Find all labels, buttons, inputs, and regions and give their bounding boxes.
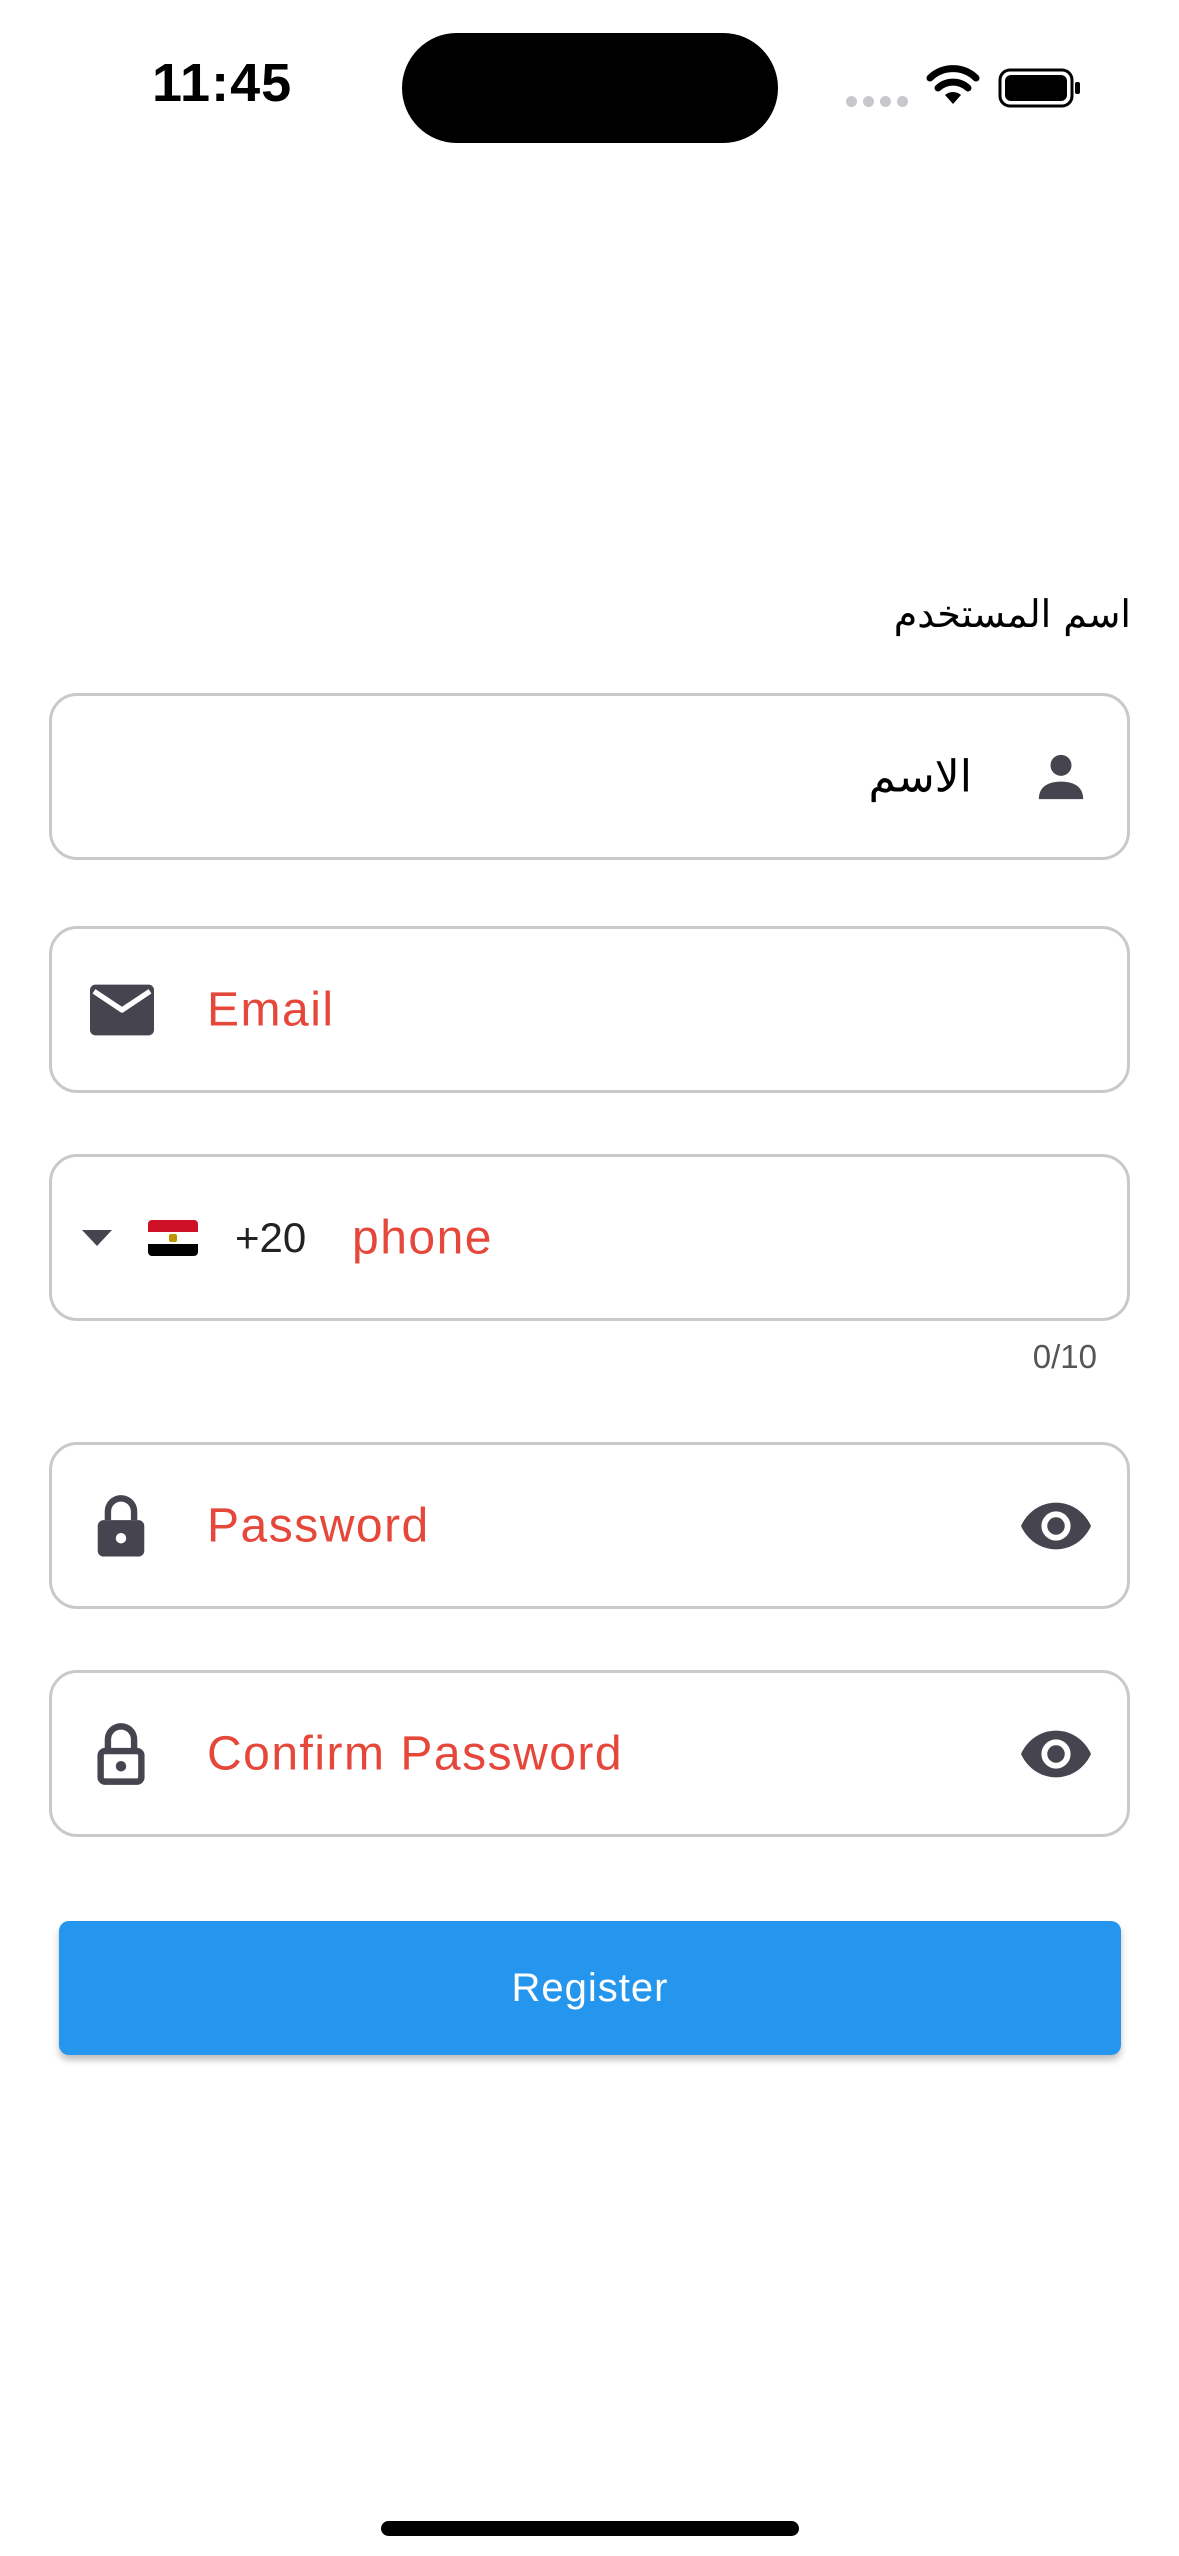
country-code[interactable]: +20 [235,1214,306,1262]
cellular-signal-icon [846,96,908,107]
password-field[interactable]: Password [49,1442,1130,1609]
phone-placeholder: phone [352,1211,493,1264]
confirm-password-field[interactable]: Confirm Password [49,1670,1130,1837]
lock-icon [97,1494,145,1557]
username-label: اسم المستخدم [893,592,1131,636]
password-placeholder: Password [207,1499,430,1552]
mail-icon [90,984,154,1035]
confirm-password-placeholder: Confirm Password [207,1727,624,1780]
phone-field[interactable]: +20 phone [49,1154,1130,1321]
status-time: 11:45 [152,53,293,113]
wifi-icon [926,65,980,104]
person-icon [1038,754,1084,799]
eye-icon[interactable] [1021,1730,1091,1778]
name-input-value[interactable]: الاسم [869,751,972,802]
egypt-flag-icon[interactable] [148,1219,198,1256]
battery-icon [998,68,1080,108]
dropdown-arrow-icon[interactable] [82,1229,112,1246]
phone-character-counter: 0/10 [1032,1338,1097,1375]
email-placeholder: Email [207,983,335,1036]
register-button[interactable]: Register [59,1921,1121,2055]
name-field[interactable]: الاسم [49,693,1130,860]
email-field[interactable]: Email [49,926,1130,1093]
dynamic-island [402,33,778,143]
lock-outline-icon [97,1722,145,1785]
home-indicator[interactable] [381,2521,799,2536]
eye-icon[interactable] [1021,1502,1091,1550]
